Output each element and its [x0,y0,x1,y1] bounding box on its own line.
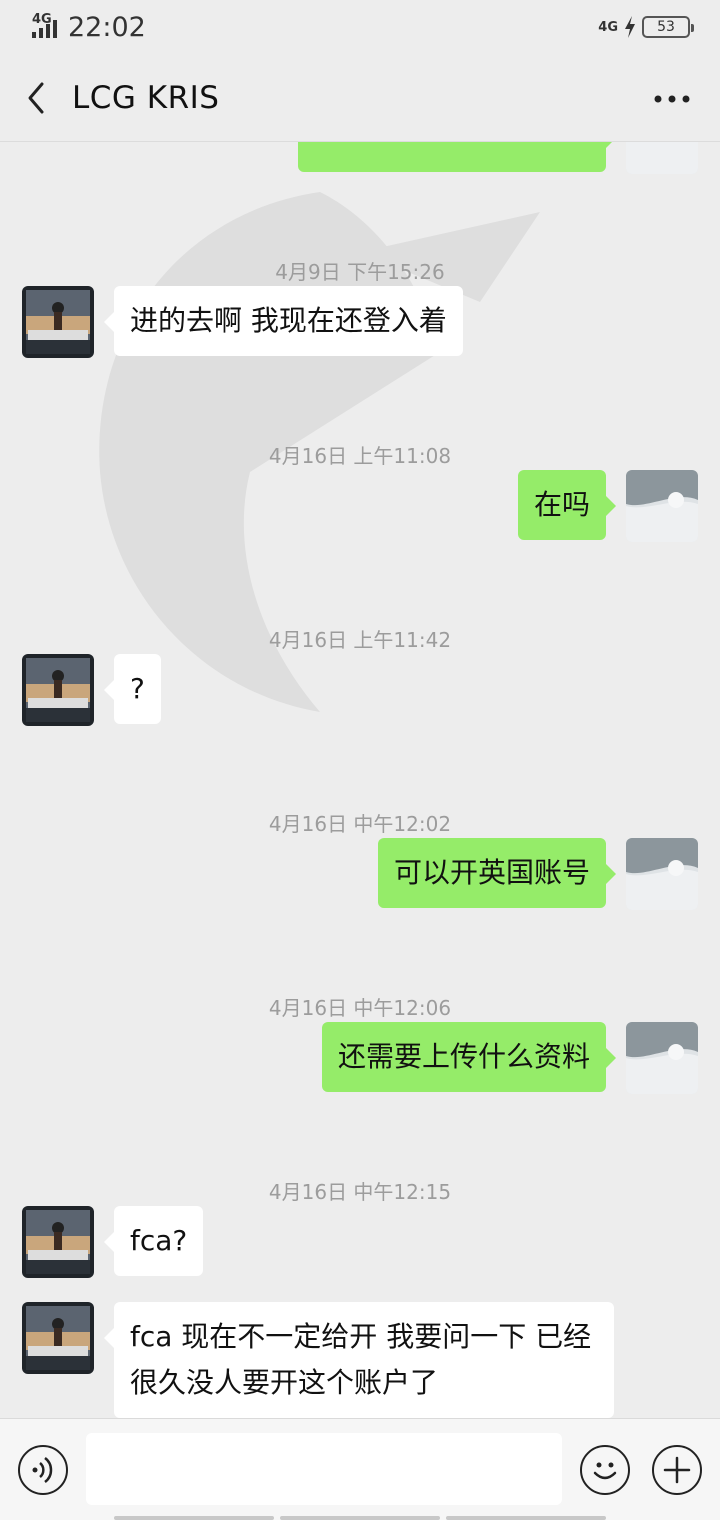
message-timestamp: 4月16日 上午11:42 [268,628,452,652]
incoming-bubble[interactable]: fca 现在不一定给开 我要问一下 已经很久没人要开这个账户了 [104,1302,614,1418]
chat-title: LCG KRIS [72,80,220,116]
voice-button[interactable] [18,1445,68,1495]
more-actions-button[interactable] [652,1445,702,1495]
outgoing-message: 还需要上传什么资料 [0,1022,720,1118]
message-timestamp: 4月9日 下午15:26 [275,260,445,284]
incoming-bubble[interactable]: ? [104,654,161,724]
status-time: 22:02 [68,12,146,43]
battery-level: 53 [657,19,675,35]
my-avatar[interactable] [626,838,698,910]
emoji-icon [593,1462,617,1480]
outgoing-message: 可以开英国账号 [0,838,720,934]
more-dots-icon[interactable] [654,94,690,104]
outgoing-bubble[interactable]: 还需要上传什么资料 [321,1022,617,1092]
chat-message-list[interactable]: 4月9日 下午15:26 进的去啊 我现在还登入着 4月16日 上午11:08 在吗 4… [0,142,720,1418]
contact-avatar[interactable] [22,286,94,358]
contact-avatar[interactable] [22,1206,94,1278]
incoming-bubble[interactable]: 进的去啊 我现在还登入着 [104,286,463,356]
incoming-message: fca? [0,1206,720,1302]
incoming-message: fca 现在不一定给开 我要问一下 已经很久没人要开这个账户了 [0,1302,720,1418]
message-timestamp: 4月16日 中午12:06 [268,996,452,1020]
contact-avatar[interactable] [22,1302,94,1374]
chat-header: LCG KRIS [0,56,720,142]
message-stream: 4月9日 下午15:26 进的去啊 我现在还登入着 4月16日 上午11:08 在吗 4… [0,142,720,1418]
outgoing-bubble[interactable] [298,142,616,172]
message-timestamp: 4月16日 中午12:02 [268,812,452,836]
message-input[interactable] [86,1433,562,1505]
incoming-bubble[interactable]: fca? [103,1206,204,1276]
my-avatar[interactable] [626,1022,698,1094]
my-avatar[interactable] [626,142,698,174]
chevron-left-icon[interactable] [20,78,52,118]
network-type-right: 4G [598,19,618,35]
outgoing-message [0,142,720,198]
charging-icon [625,16,635,38]
contact-avatar[interactable] [22,654,94,726]
plus-icon [663,1456,691,1484]
my-avatar[interactable] [626,470,698,542]
outgoing-bubble[interactable]: 在吗 [517,470,617,540]
incoming-message: 进的去啊 我现在还登入着 [0,286,720,382]
input-bar [0,1418,720,1520]
home-indicator [0,1516,720,1520]
message-timestamp: 4月16日 中午12:15 [268,1180,452,1204]
incoming-message: ? [0,654,720,750]
message-timestamp: 4月16日 上午11:08 [268,444,452,468]
battery-icon: 53 [642,16,694,38]
outgoing-message: 在吗 [0,470,720,566]
status-bar: 4G 22:02 4G 53 [0,0,720,56]
cellular-signal-icon: 4G [32,12,62,40]
outgoing-bubble[interactable]: 可以开英国账号 [377,838,617,908]
emoji-button[interactable] [580,1445,630,1495]
voice-icon [32,1457,53,1483]
